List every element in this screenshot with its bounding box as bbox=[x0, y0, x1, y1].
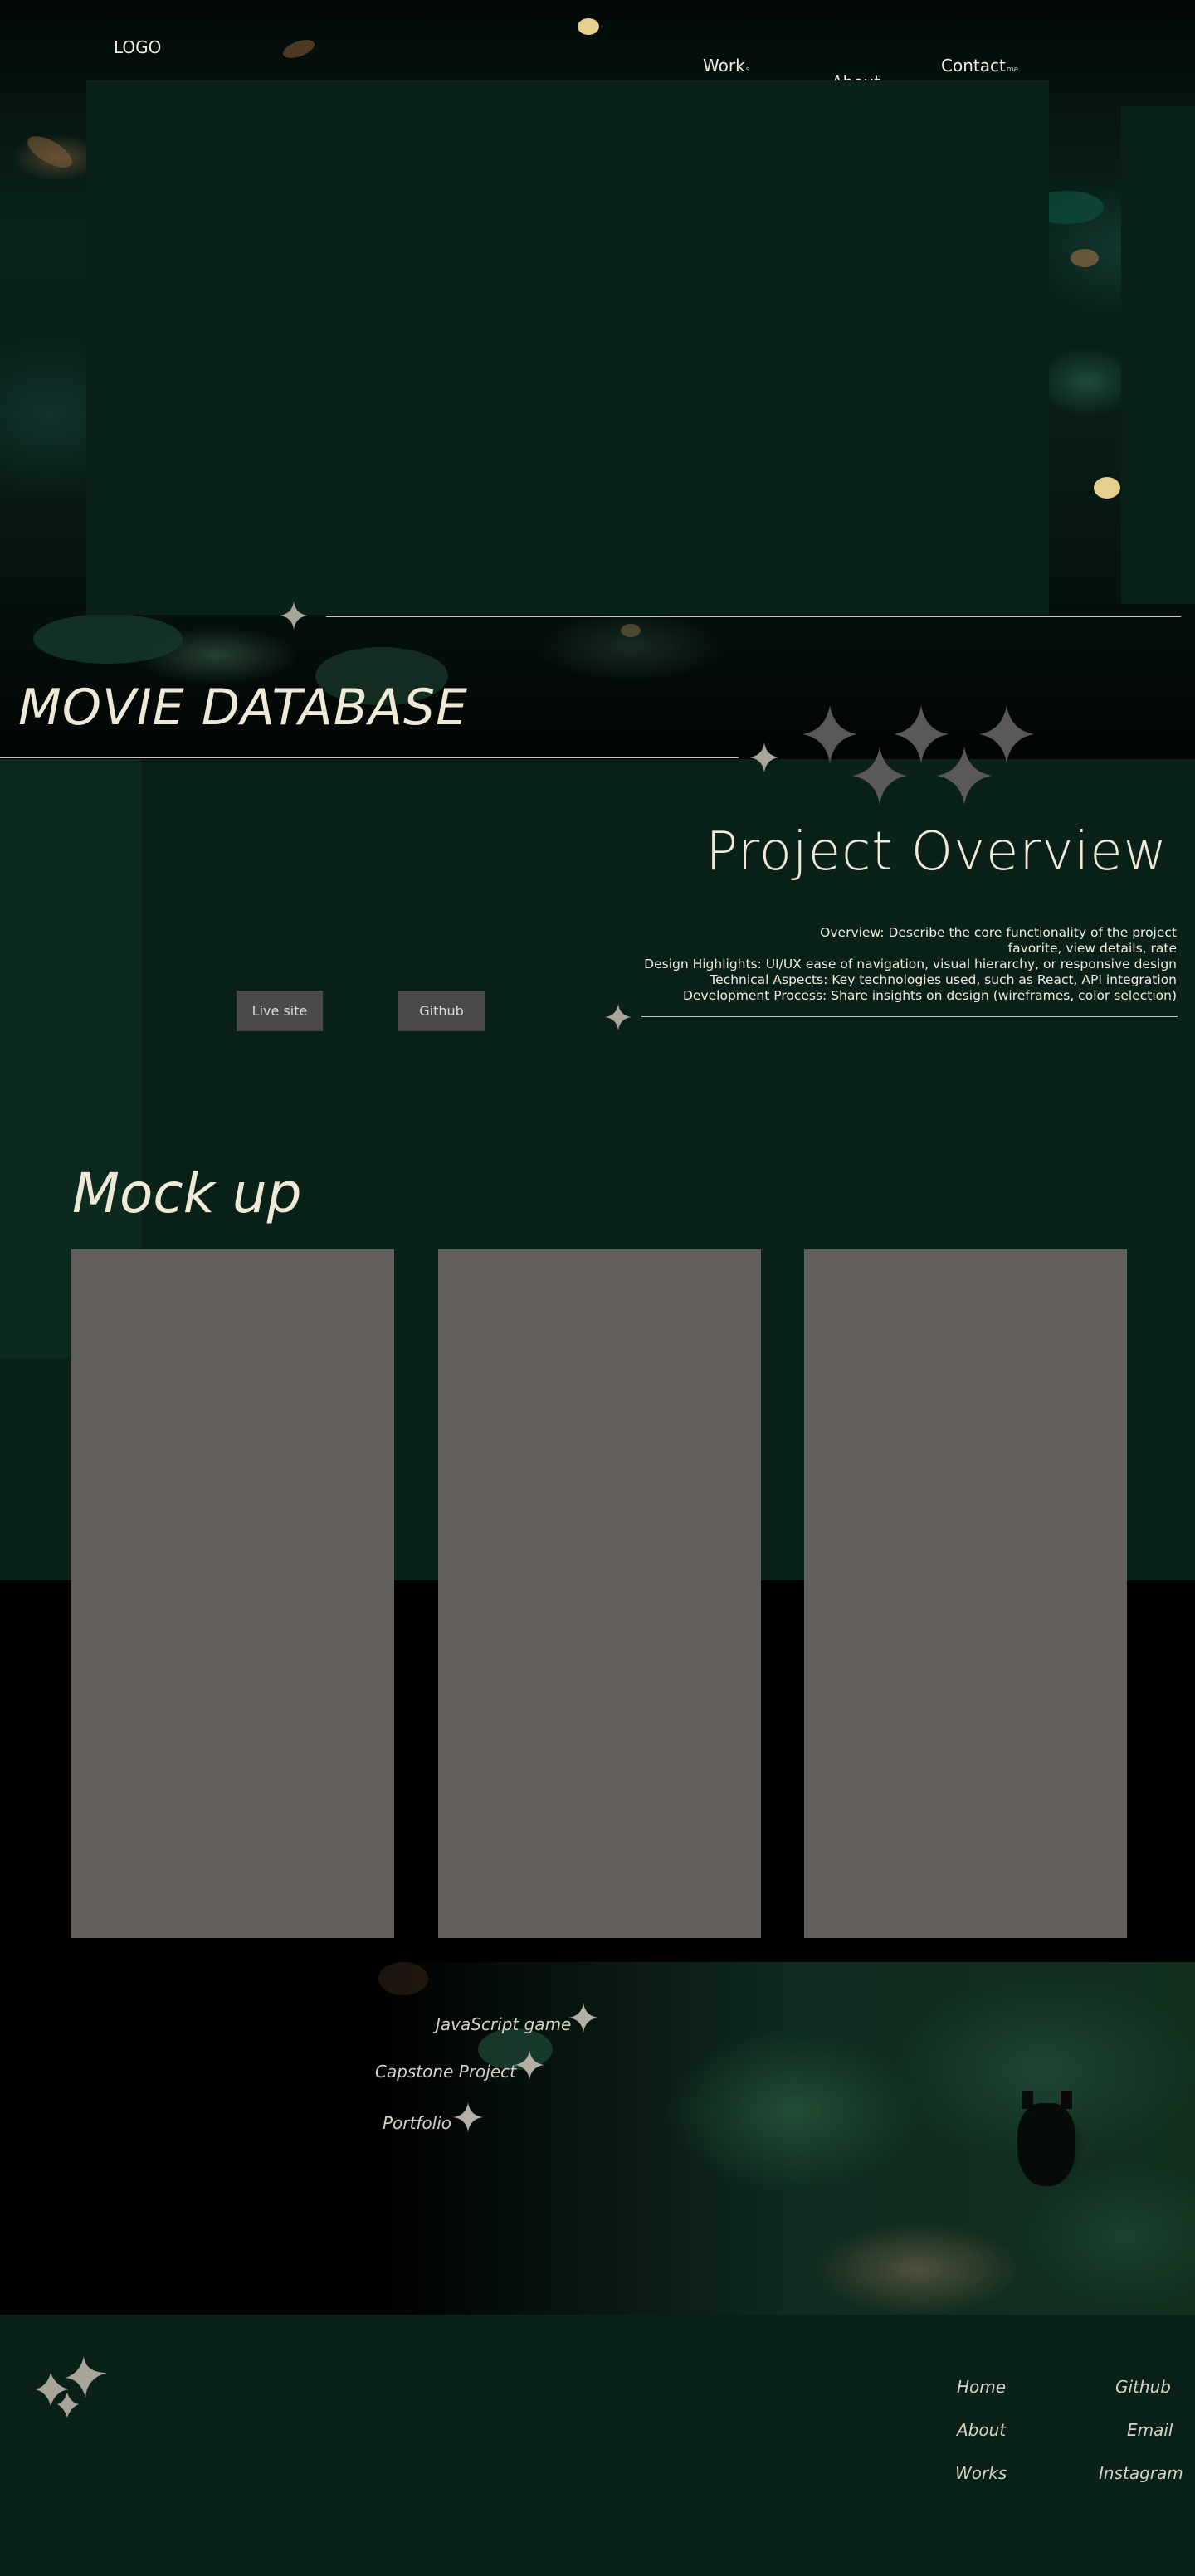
footer bbox=[0, 2315, 1195, 2576]
star-icon bbox=[280, 601, 308, 630]
star-icon bbox=[605, 1004, 632, 1030]
mockup-image bbox=[71, 1249, 394, 1938]
overview-line: Design Highlights: UI/UX ease of navigat… bbox=[644, 957, 1177, 971]
github-button[interactable]: Github bbox=[398, 991, 485, 1031]
hero-image-placeholder bbox=[86, 80, 1049, 615]
mockup-image bbox=[804, 1249, 1127, 1938]
footer-link-github[interactable]: Github bbox=[1115, 2377, 1171, 2397]
nav-contact-label: Contact bbox=[941, 56, 1006, 75]
overview-line: Technical Aspects: Key technologies used… bbox=[710, 972, 1177, 987]
live-site-button[interactable]: Live site bbox=[237, 991, 323, 1031]
overview-line: Overview: Describe the core functionalit… bbox=[820, 925, 1177, 940]
star-icon bbox=[453, 2102, 483, 2132]
star-icon bbox=[568, 2003, 598, 2033]
nav-works[interactable]: Works bbox=[703, 56, 749, 75]
project-title: MOVIE DATABASE bbox=[18, 679, 468, 737]
title-divider bbox=[0, 757, 739, 758]
star-icon bbox=[749, 743, 779, 772]
footer-link-instagram[interactable]: Instagram bbox=[1099, 2463, 1183, 2483]
overview-heading: Project Overview bbox=[705, 821, 1168, 883]
footer-link-works[interactable]: Works bbox=[955, 2463, 1007, 2483]
footer-link-email[interactable]: Email bbox=[1127, 2420, 1173, 2440]
project-link-portfolio[interactable]: Portfolio bbox=[383, 2113, 451, 2133]
mockup-image bbox=[438, 1249, 761, 1938]
overview-description: Overview: Describe the core functionalit… bbox=[579, 925, 1177, 1004]
sparkle-logo-icon[interactable] bbox=[36, 2356, 110, 2423]
overview-line: Development Process: Share insights on d… bbox=[682, 988, 1177, 1003]
footer-link-about[interactable]: About bbox=[957, 2420, 1006, 2440]
sparkle-cluster-icon bbox=[802, 705, 1034, 805]
nav-works-label: Work bbox=[703, 56, 745, 75]
star-icon bbox=[515, 2050, 544, 2080]
mockup-heading: Mock up bbox=[72, 1161, 302, 1225]
nav-contact-suffix: me bbox=[1006, 66, 1019, 74]
hero-side-panel bbox=[1121, 106, 1195, 604]
nav-works-suffix: s bbox=[745, 66, 750, 74]
hero-divider bbox=[326, 616, 1181, 617]
project-link-javascript-game[interactable]: JavaScript game bbox=[436, 2014, 571, 2034]
nav-contact[interactable]: Contactme bbox=[941, 56, 1018, 75]
logo[interactable]: LOGO bbox=[114, 37, 161, 57]
overview-line: favorite, view details, rate bbox=[1007, 941, 1177, 956]
project-link-capstone-project[interactable]: Capstone Project bbox=[375, 2062, 516, 2082]
footer-link-home[interactable]: Home bbox=[957, 2377, 1006, 2397]
overview-divider bbox=[641, 1016, 1178, 1017]
